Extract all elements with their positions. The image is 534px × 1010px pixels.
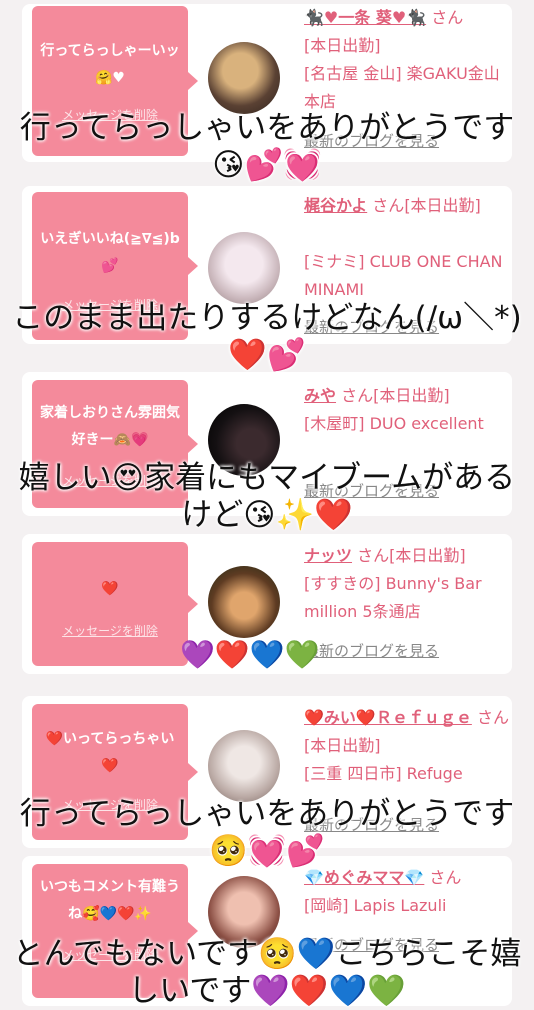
- shop-name: [木屋町] DUO excellent: [304, 414, 484, 433]
- latest-blog-link[interactable]: 最新のブログを見る: [304, 640, 439, 661]
- cast-name-link[interactable]: 💎めぐみママ💎: [304, 868, 424, 887]
- cast-info: ❤️みい❤️Ｒｅｆｕｇｅ さん [本日出勤] [三重 四日市] Refuge: [304, 704, 509, 788]
- work-status: [本日出勤]: [389, 546, 466, 565]
- shop-name: [ミナミ] CLUB ONE CHAN MINAMI: [304, 252, 503, 299]
- overlay-caption: このまま出たりするけどなん(/ω＼*)❤️💕: [12, 300, 522, 373]
- work-status: [本日出勤]: [404, 196, 481, 215]
- message-text: ❤️いってらっちゃい❤️: [45, 731, 175, 774]
- shop-name: [岡崎] Lapis Lazuli: [304, 896, 447, 915]
- message-text: いえぎいいね(≧∇≦)b💕: [40, 231, 180, 274]
- honorific: さん: [431, 8, 464, 27]
- honorific: さん: [372, 196, 405, 215]
- message-text: ❤️: [101, 581, 119, 597]
- avatar[interactable]: [208, 42, 280, 114]
- message-text: 家着しおりさん雰囲気好きー🙈💗: [40, 405, 180, 448]
- overlay-caption: 行ってらっしゃいをありがとうです😘💕💓: [19, 110, 515, 183]
- cast-info: 梶谷かよ さん[本日出勤] [ミナミ] CLUB ONE CHAN MINAMI: [304, 192, 509, 304]
- cast-name-link[interactable]: ナッツ: [304, 546, 352, 565]
- work-status: [本日出勤]: [304, 736, 381, 755]
- message-text: 行ってらっしゃーいッ🤗♥: [40, 43, 180, 86]
- cast-info: ナッツ さん[本日出勤] [すすきの] Bunny's Bar million …: [304, 542, 509, 626]
- overlay-emoji-row: 💜❤️💙💚: [180, 638, 320, 671]
- honorific: さん: [429, 868, 462, 887]
- overlay-caption: 嬉しい😍家着にもマイブームがあるけど😘✨❤️: [18, 460, 516, 533]
- delete-message-link[interactable]: メッセージを削除: [32, 622, 188, 639]
- avatar[interactable]: [208, 232, 280, 304]
- cast-name-link[interactable]: みや: [304, 386, 336, 405]
- honorific: さん: [341, 386, 374, 405]
- cast-info: 🐈‍⬛♥一条 葵♥🐈‍⬛ さん [本日出勤] [名古屋 金山] 楽GAKU金山本…: [304, 4, 509, 116]
- shop-name: [名古屋 金山] 楽GAKU金山本店: [304, 64, 500, 111]
- message-bubble: ❤️ メッセージを削除: [32, 542, 198, 666]
- cast-name-link[interactable]: ❤️みい❤️Ｒｅｆｕｇｅ: [304, 708, 472, 727]
- shop-name: [すすきの] Bunny's Bar million 5条通店: [304, 574, 482, 621]
- work-status: [本日出勤]: [304, 36, 381, 55]
- honorific: さん: [476, 708, 509, 727]
- message-text: いつもコメント有難うね🥰💙❤️✨: [40, 879, 180, 922]
- overlay-caption: 行ってらっしゃいをありがとうです🥺💓💕: [19, 796, 515, 869]
- shop-name: [三重 四日市] Refuge: [304, 764, 463, 783]
- work-status: [本日出勤]: [373, 386, 450, 405]
- avatar[interactable]: [208, 730, 280, 802]
- cast-name-link[interactable]: 🐈‍⬛♥一条 葵♥🐈‍⬛: [304, 8, 426, 27]
- cast-name-link[interactable]: 梶谷かよ: [304, 196, 367, 215]
- cast-info: みや さん[本日出勤] [木屋町] DUO excellent: [304, 382, 509, 438]
- cast-info: 💎めぐみママ💎 さん [岡崎] Lapis Lazuli: [304, 864, 509, 920]
- avatar[interactable]: [208, 566, 280, 638]
- honorific: さん: [357, 546, 390, 565]
